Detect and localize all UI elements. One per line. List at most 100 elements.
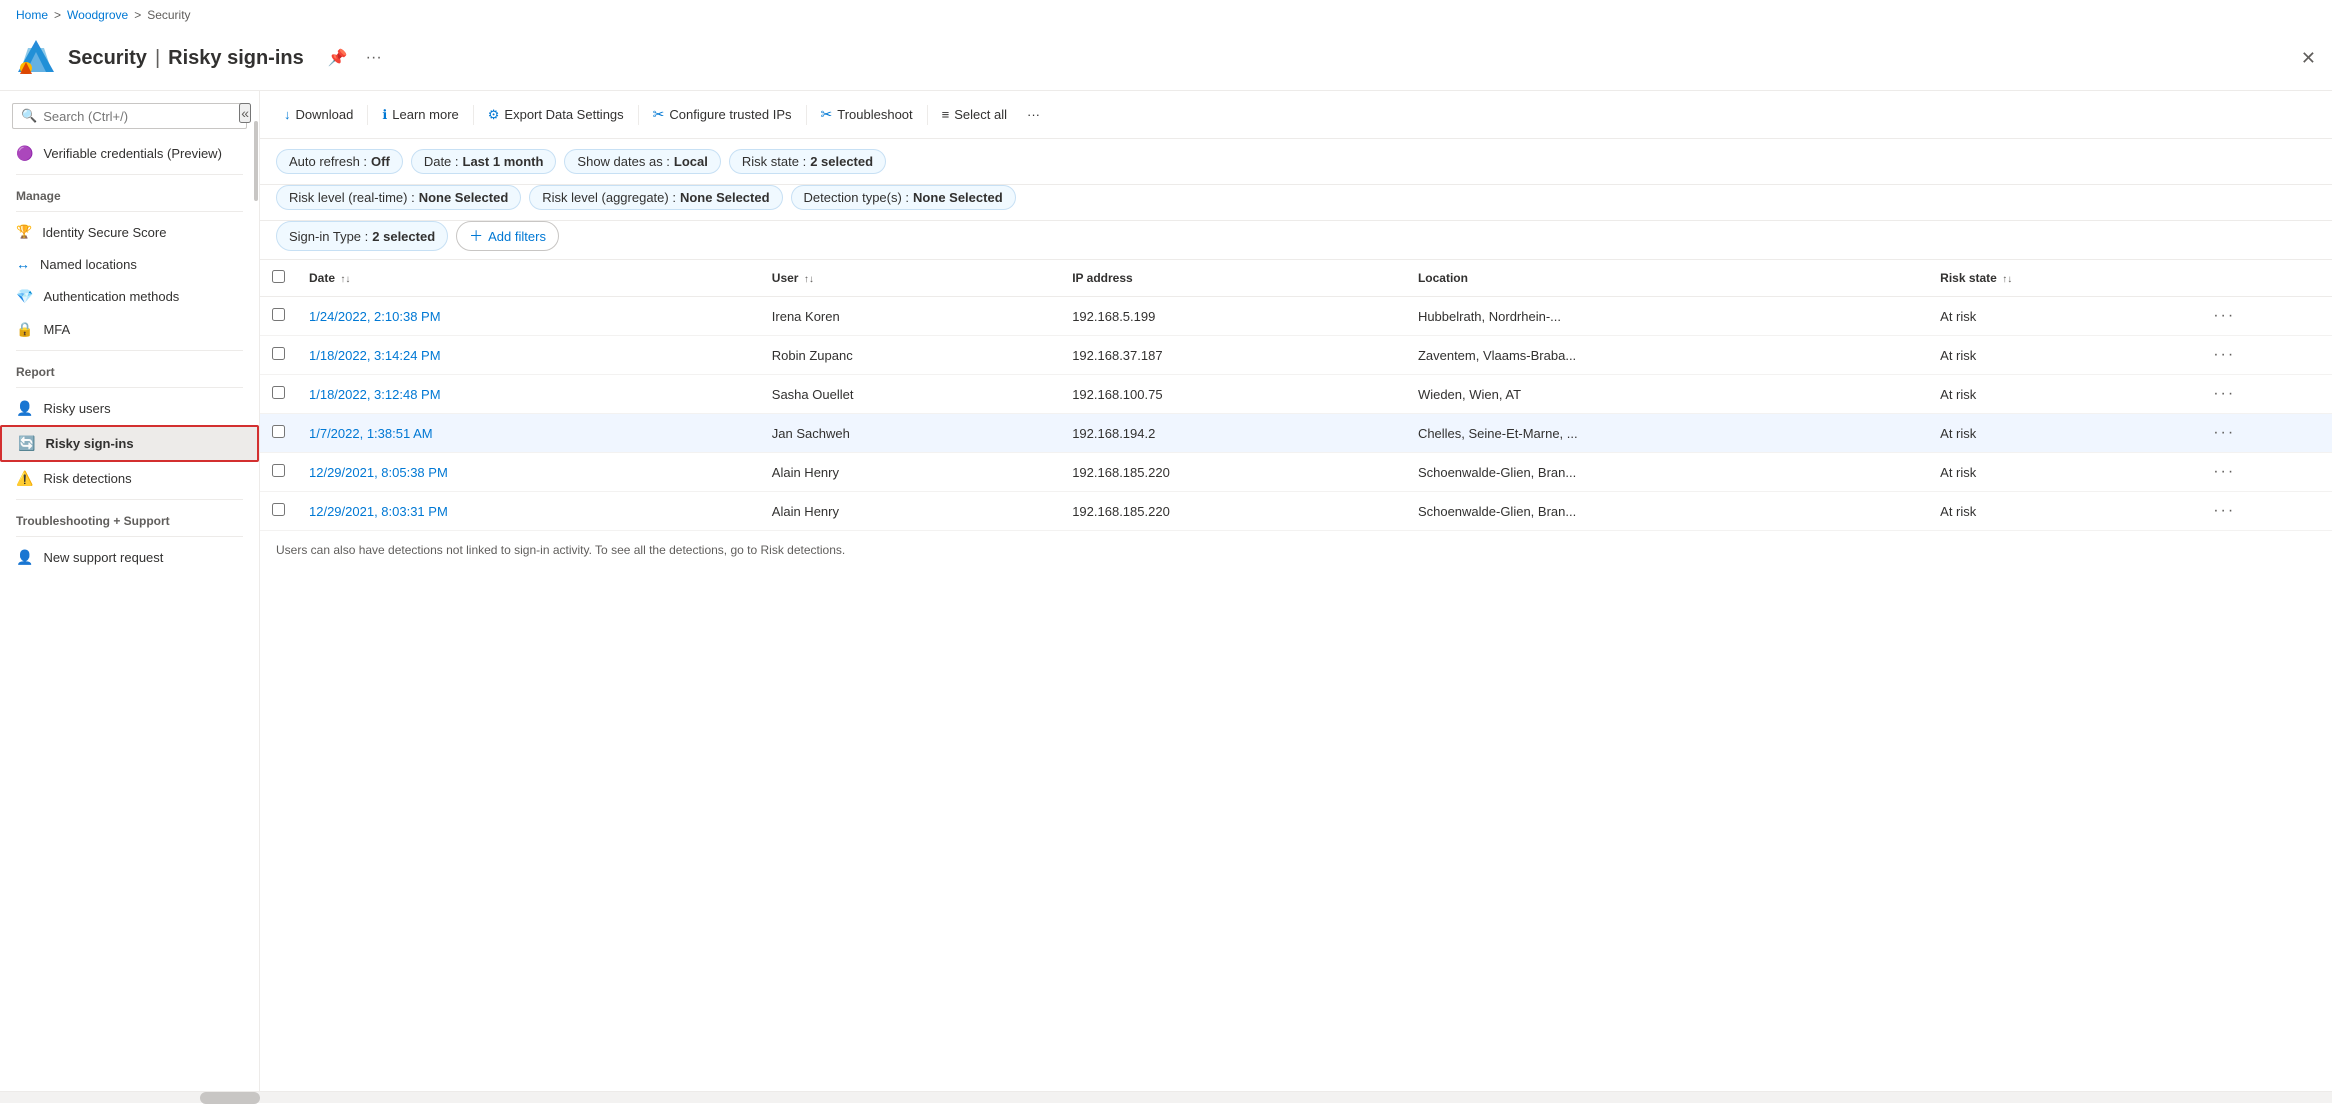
user-sort-icon[interactable]: ↑↓: [804, 274, 814, 285]
date-sort-icon[interactable]: ↑↓: [340, 274, 350, 285]
sidebar-item-risky-sign-ins[interactable]: 🔄 Risky sign-ins: [0, 425, 259, 462]
add-filters-label: Add filters: [488, 229, 546, 244]
row-checkbox-cell-2: [260, 336, 297, 375]
close-button[interactable]: ✕: [2301, 48, 2316, 69]
row-checkbox-1[interactable]: [272, 308, 285, 321]
download-button[interactable]: ↓ Download: [276, 102, 361, 127]
row-menu-3[interactable]: ···: [2213, 385, 2235, 402]
bottom-scrollbar[interactable]: [0, 1091, 2332, 1103]
row-location-4: Chelles, Seine-Et-Marne, ...: [1406, 414, 1928, 453]
risk-level-aggregate-chip[interactable]: Risk level (aggregate) : None Selected: [529, 185, 782, 210]
sidebar-item-named-locations[interactable]: ↔ Named locations: [0, 248, 259, 280]
row-menu-6[interactable]: ···: [2213, 502, 2235, 519]
sidebar-item-risky-users[interactable]: 👤 Risky users: [0, 392, 259, 425]
more-options-button[interactable]: ···: [362, 45, 386, 71]
sidebar-section-troubleshoot: Troubleshooting + Support: [0, 504, 259, 532]
named-locations-icon: ↔: [16, 256, 30, 272]
sidebar-item-verifiable-credentials[interactable]: 🟣 Verifiable credentials (Preview): [0, 137, 259, 170]
sidebar-section-manage: Manage: [0, 179, 259, 207]
search-input[interactable]: [43, 109, 238, 124]
row-date-link-4[interactable]: 1/7/2022, 1:38:51 AM: [309, 426, 433, 441]
row-menu-4[interactable]: ···: [2213, 424, 2235, 441]
row-date-link-2[interactable]: 1/18/2022, 3:14:24 PM: [309, 348, 441, 363]
row-location-2: Zaventem, Vlaams-Braba...: [1406, 336, 1928, 375]
sidebar-item-mfa[interactable]: 🔒 MFA: [0, 313, 259, 346]
row-checkbox-5[interactable]: [272, 464, 285, 477]
download-icon: ↓: [284, 107, 291, 122]
breadcrumb-home[interactable]: Home: [16, 8, 48, 22]
date-chip[interactable]: Date : Last 1 month: [411, 149, 557, 174]
header-location: Location: [1406, 260, 1928, 297]
risk-level-realtime-value: None Selected: [419, 190, 509, 205]
row-date-link-6[interactable]: 12/29/2021, 8:03:31 PM: [309, 504, 448, 519]
risk-level-realtime-chip[interactable]: Risk level (real-time) : None Selected: [276, 185, 521, 210]
filters-row-3: Sign-in Type : 2 selected ＋ Add filters: [260, 221, 2332, 260]
sidebar-item-label: MFA: [43, 322, 70, 337]
info-icon: ℹ: [382, 107, 387, 123]
sidebar-item-risk-detections[interactable]: ⚠️ Risk detections: [0, 462, 259, 495]
row-checkbox-3[interactable]: [272, 386, 285, 399]
detection-types-chip[interactable]: Detection type(s) : None Selected: [791, 185, 1016, 210]
risk-state-prefix: Risk state :: [742, 154, 806, 169]
search-box[interactable]: 🔍: [12, 103, 247, 129]
risk-level-aggregate-value: None Selected: [680, 190, 770, 205]
header-date: Date ↑↓: [297, 260, 760, 297]
row-ip-1: 192.168.5.199: [1060, 297, 1406, 336]
row-menu-2[interactable]: ···: [2213, 346, 2235, 363]
select-all-button[interactable]: ≡ Select all: [934, 102, 1015, 127]
main-content: ↓ Download ℹ Learn more ⚙ Export Data Se…: [260, 91, 2332, 1091]
breadcrumb-woodgrove[interactable]: Woodgrove: [67, 8, 128, 22]
sidebar-item-label: Authentication methods: [43, 289, 179, 304]
sign-in-type-chip[interactable]: Sign-in Type : 2 selected: [276, 221, 448, 251]
export-data-settings-label: Export Data Settings: [504, 107, 623, 122]
sidebar-item-label: Verifiable credentials (Preview): [43, 146, 221, 161]
row-date-5: 12/29/2021, 8:05:38 PM: [297, 453, 760, 492]
header-ip-address: IP address: [1060, 260, 1406, 297]
row-user-2: Robin Zupanc: [760, 336, 1060, 375]
collapse-sidebar-button[interactable]: «: [239, 103, 251, 123]
row-checkbox-cell-6: [260, 492, 297, 531]
row-location-6: Schoenwalde-Glien, Bran...: [1406, 492, 1928, 531]
row-checkbox-6[interactable]: [272, 503, 285, 516]
troubleshoot-button[interactable]: ✂ Troubleshoot: [813, 101, 921, 128]
risk-state-sort-icon[interactable]: ↑↓: [2002, 274, 2012, 285]
row-checkbox-cell-1: [260, 297, 297, 336]
row-checkbox-2[interactable]: [272, 347, 285, 360]
detection-types-value: None Selected: [913, 190, 1003, 205]
table-row: 12/29/2021, 8:03:31 PM Alain Henry 192.1…: [260, 492, 2332, 531]
mfa-icon: 🔒: [16, 321, 33, 338]
add-filters-button[interactable]: ＋ Add filters: [456, 221, 559, 251]
select-all-checkbox[interactable]: [272, 270, 285, 283]
sidebar-item-new-support-request[interactable]: 👤 New support request: [0, 541, 259, 574]
learn-more-button[interactable]: ℹ Learn more: [374, 102, 466, 128]
select-all-label: Select all: [954, 107, 1007, 122]
row-date-link-5[interactable]: 12/29/2021, 8:05:38 PM: [309, 465, 448, 480]
row-location-5: Schoenwalde-Glien, Bran...: [1406, 453, 1928, 492]
header-actions: 📌 ···: [324, 44, 386, 72]
breadcrumb: Home > Woodgrove > Security: [0, 0, 2332, 30]
sidebar-item-authentication-methods[interactable]: 💎 Authentication methods: [0, 280, 259, 313]
row-menu-5[interactable]: ···: [2213, 463, 2235, 480]
row-date-link-3[interactable]: 1/18/2022, 3:12:48 PM: [309, 387, 441, 402]
pin-button[interactable]: 📌: [324, 44, 352, 72]
table-row: 12/29/2021, 8:05:38 PM Alain Henry 192.1…: [260, 453, 2332, 492]
row-date-link-1[interactable]: 1/24/2022, 2:10:38 PM: [309, 309, 441, 324]
sidebar-item-label: Risky sign-ins: [45, 436, 133, 451]
toolbar-separator-3: [638, 105, 639, 125]
sidebar-item-identity-secure-score[interactable]: 🏆 Identity Secure Score: [0, 216, 259, 248]
risk-state-chip[interactable]: Risk state : 2 selected: [729, 149, 886, 174]
show-dates-as-chip[interactable]: Show dates as : Local: [564, 149, 720, 174]
row-checkbox-4[interactable]: [272, 425, 285, 438]
sidebar-section-report: Report: [0, 355, 259, 383]
bottom-scrollbar-thumb[interactable]: [200, 1092, 260, 1104]
toolbar-more-button[interactable]: ···: [1019, 102, 1048, 127]
more-icon: ···: [1027, 107, 1040, 122]
row-user-5: Alain Henry: [760, 453, 1060, 492]
auto-refresh-chip[interactable]: Auto refresh : Off: [276, 149, 403, 174]
row-menu-1[interactable]: ···: [2213, 307, 2235, 324]
table-body: 1/24/2022, 2:10:38 PM Irena Koren 192.16…: [260, 297, 2332, 531]
configure-trusted-ips-button[interactable]: ✂ Configure trusted IPs: [645, 101, 800, 128]
toolbar-separator-4: [806, 105, 807, 125]
risky-sign-ins-table: Date ↑↓ User ↑↓ IP address Location Risk…: [260, 260, 2332, 531]
export-data-settings-button[interactable]: ⚙ Export Data Settings: [480, 102, 632, 128]
